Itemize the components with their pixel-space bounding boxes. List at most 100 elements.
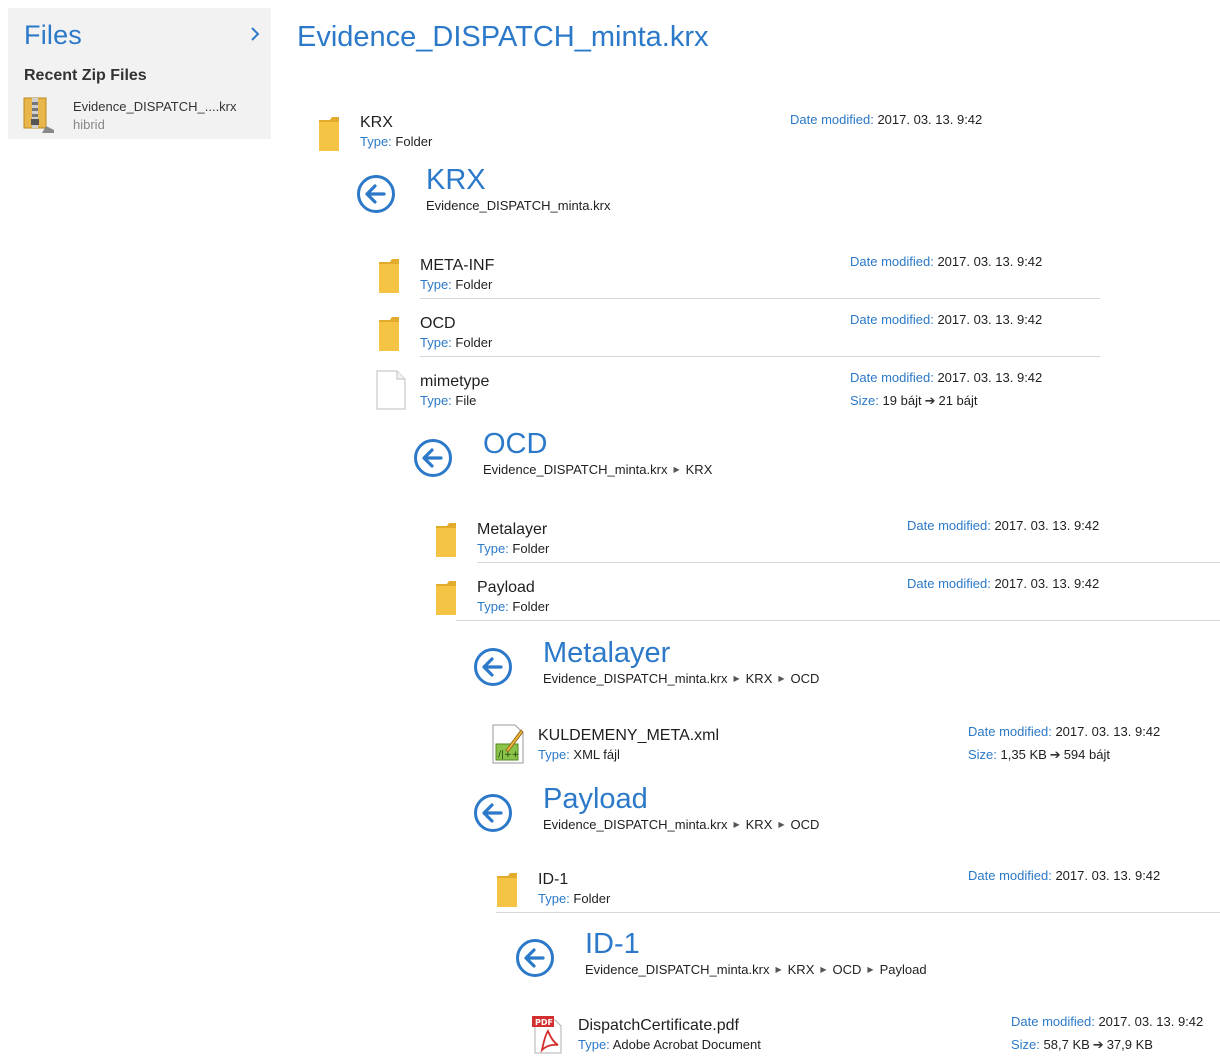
back-arrow-icon[interactable] [356, 174, 396, 214]
item-name: ID-1 [538, 871, 569, 888]
back-arrow-icon[interactable] [515, 938, 555, 978]
item-name: DispatchCertificate.pdf [578, 1017, 739, 1034]
breadcrumb-separator-icon: ▶ [778, 674, 785, 683]
section-krx: KRX Evidence_DISPATCH_minta.krx [356, 164, 1056, 226]
item-type: Type: Folder [420, 277, 493, 292]
recent-zip-item[interactable]: Evidence_DISPATCH_....krx hibrid [22, 96, 262, 138]
sidebar: Files Recent Zip Files Evidence_DISPATCH… [8, 8, 271, 139]
section-payload: Payload Evidence_DISPATCH_minta.krx ▶ KRX ▶… [473, 783, 1173, 845]
breadcrumb-separator-icon: ▶ [775, 965, 782, 974]
row-metalayer-folder[interactable]: Metalayer Type: Folder Date modified: 20… [435, 518, 1135, 564]
item-type: Type: Folder [360, 134, 433, 149]
breadcrumb-item[interactable]: KRX [686, 462, 713, 477]
folder-icon [436, 581, 456, 615]
breadcrumb-item[interactable]: KRX [746, 817, 773, 832]
item-type: Type: Folder [477, 599, 550, 614]
breadcrumb-item[interactable]: OCD [791, 817, 820, 832]
breadcrumb: Evidence_DISPATCH_minta.krx ▶ KRX ▶ OCD ▶ Payl… [585, 962, 927, 977]
breadcrumb-item[interactable]: Evidence_DISPATCH_minta.krx [483, 462, 667, 477]
item-name: Payload [477, 579, 535, 596]
item-date-modified: Date modified: 2017. 03. 13. 9:42 [907, 576, 1100, 591]
file-icon [376, 370, 406, 410]
item-type: Type: XML fájl [538, 747, 620, 762]
item-name: KULDEMENY_META.xml [538, 727, 720, 744]
row-separator [420, 356, 1100, 357]
section-ocd: OCD Evidence_DISPATCH_minta.krx ▶ KRX [413, 428, 1113, 490]
folder-icon [436, 523, 456, 557]
recent-zip-files-heading: Recent Zip Files [24, 67, 147, 84]
row-mimetype-file[interactable]: mimetype Type: File Date modified: 2017.… [376, 370, 1076, 416]
item-size: Size: 1,35 KB ➔ 594 bájt [968, 747, 1110, 762]
row-ocd-folder[interactable]: OCD Type: Folder Date modified: 2017. 03… [378, 312, 1078, 358]
recent-zip-name: Evidence_DISPATCH_....krx [73, 99, 237, 114]
row-id1-folder[interactable]: ID-1 Type: Folder Date modified: 2017. 0… [496, 868, 1196, 914]
back-arrow-icon[interactable] [473, 793, 513, 833]
archive-title: Evidence_DISPATCH_minta.krx [297, 21, 709, 53]
section-id1: ID-1 Evidence_DISPATCH_minta.krx ▶ KRX ▶ OCD… [515, 928, 1215, 990]
folder-icon [379, 259, 399, 293]
breadcrumb-item[interactable]: Evidence_DISPATCH_minta.krx [426, 198, 610, 213]
breadcrumb-item[interactable]: OCD [833, 962, 862, 977]
recent-zip-location: hibrid [73, 117, 105, 132]
breadcrumb-item[interactable]: OCD [791, 671, 820, 686]
breadcrumb: Evidence_DISPATCH_minta.krx ▶ KRX [483, 462, 712, 477]
item-date-modified: Date modified: 2017. 03. 13. 9:42 [850, 312, 1043, 327]
breadcrumb-separator-icon: ▶ [867, 965, 874, 974]
breadcrumb-separator-icon: ▶ [778, 820, 785, 829]
breadcrumb-item[interactable]: Evidence_DISPATCH_minta.krx [543, 671, 727, 686]
section-title: Metalayer [543, 637, 671, 669]
section-title: ID-1 [585, 928, 640, 960]
row-payload-folder[interactable]: Payload Type: Folder Date modified: 2017… [435, 576, 1135, 622]
item-type: Type: Folder [420, 335, 493, 350]
breadcrumb-separator-icon: ▶ [673, 465, 680, 474]
row-pdf-file[interactable]: PDF DispatchCertificate.pdf Type: Adobe … [532, 1014, 1220, 1060]
item-size: Size: 19 bájt ➔ 21 bájt [850, 393, 978, 408]
breadcrumb-separator-icon: ▶ [820, 965, 827, 974]
item-date-modified: Date modified: 2017. 03. 13. 9:42 [790, 112, 983, 127]
folder-icon [319, 117, 339, 151]
item-name: Metalayer [477, 521, 548, 538]
item-name: META-INF [420, 257, 495, 274]
xml-file-icon: /|++ [492, 724, 524, 764]
section-metalayer: Metalayer Evidence_DISPATCH_minta.krx ▶ KR… [473, 637, 1173, 699]
breadcrumb-item[interactable]: Payload [880, 962, 927, 977]
item-size: Size: 58,7 KB ➔ 37,9 KB [1011, 1037, 1153, 1052]
row-separator [456, 620, 1220, 621]
back-arrow-icon[interactable] [473, 647, 513, 687]
item-date-modified: Date modified: 2017. 03. 13. 9:42 [850, 370, 1043, 385]
row-xml-file[interactable]: /|++ KULDEMENY_META.xml Type: XML fájl D… [492, 724, 1192, 770]
breadcrumb: Evidence_DISPATCH_minta.krx ▶ KRX ▶ OCD [543, 671, 819, 686]
item-type: Type: Folder [477, 541, 550, 556]
folder-icon [497, 873, 517, 907]
files-title[interactable]: Files [24, 20, 82, 51]
svg-text:PDF: PDF [535, 1018, 553, 1027]
item-type: Type: File [420, 393, 477, 408]
breadcrumb-separator-icon: ▶ [733, 674, 740, 683]
pdf-file-icon: PDF [532, 1016, 562, 1054]
row-meta-inf-folder[interactable]: META-INF Type: Folder Date modified: 201… [378, 254, 1078, 300]
folder-icon [379, 317, 399, 351]
row-krx-folder[interactable]: KRX Type: Folder Date modified: 2017. 03… [318, 112, 1018, 158]
item-date-modified: Date modified: 2017. 03. 13. 9:42 [850, 254, 1043, 269]
zip-archive-icon [23, 97, 54, 133]
item-date-modified: Date modified: 2017. 03. 13. 9:42 [968, 868, 1161, 883]
breadcrumb-item[interactable]: KRX [788, 962, 815, 977]
row-separator [496, 912, 1220, 913]
item-date-modified: Date modified: 2017. 03. 13. 9:42 [968, 724, 1161, 739]
item-name: OCD [420, 315, 456, 332]
section-title: KRX [426, 164, 486, 196]
breadcrumb-item[interactable]: KRX [746, 671, 773, 686]
breadcrumb-separator-icon: ▶ [733, 820, 740, 829]
section-title: OCD [483, 428, 548, 460]
item-type: Type: Adobe Acrobat Document [578, 1037, 761, 1052]
item-name: mimetype [420, 373, 490, 390]
row-separator [477, 562, 1220, 563]
breadcrumb-item[interactable]: Evidence_DISPATCH_minta.krx [543, 817, 727, 832]
chevron-right-icon[interactable] [247, 26, 263, 42]
breadcrumb: Evidence_DISPATCH_minta.krx ▶ KRX ▶ OCD [543, 817, 819, 832]
item-name: KRX [360, 114, 393, 131]
breadcrumb: Evidence_DISPATCH_minta.krx [426, 198, 610, 213]
section-title: Payload [543, 783, 648, 815]
breadcrumb-item[interactable]: Evidence_DISPATCH_minta.krx [585, 962, 769, 977]
back-arrow-icon[interactable] [413, 438, 453, 478]
